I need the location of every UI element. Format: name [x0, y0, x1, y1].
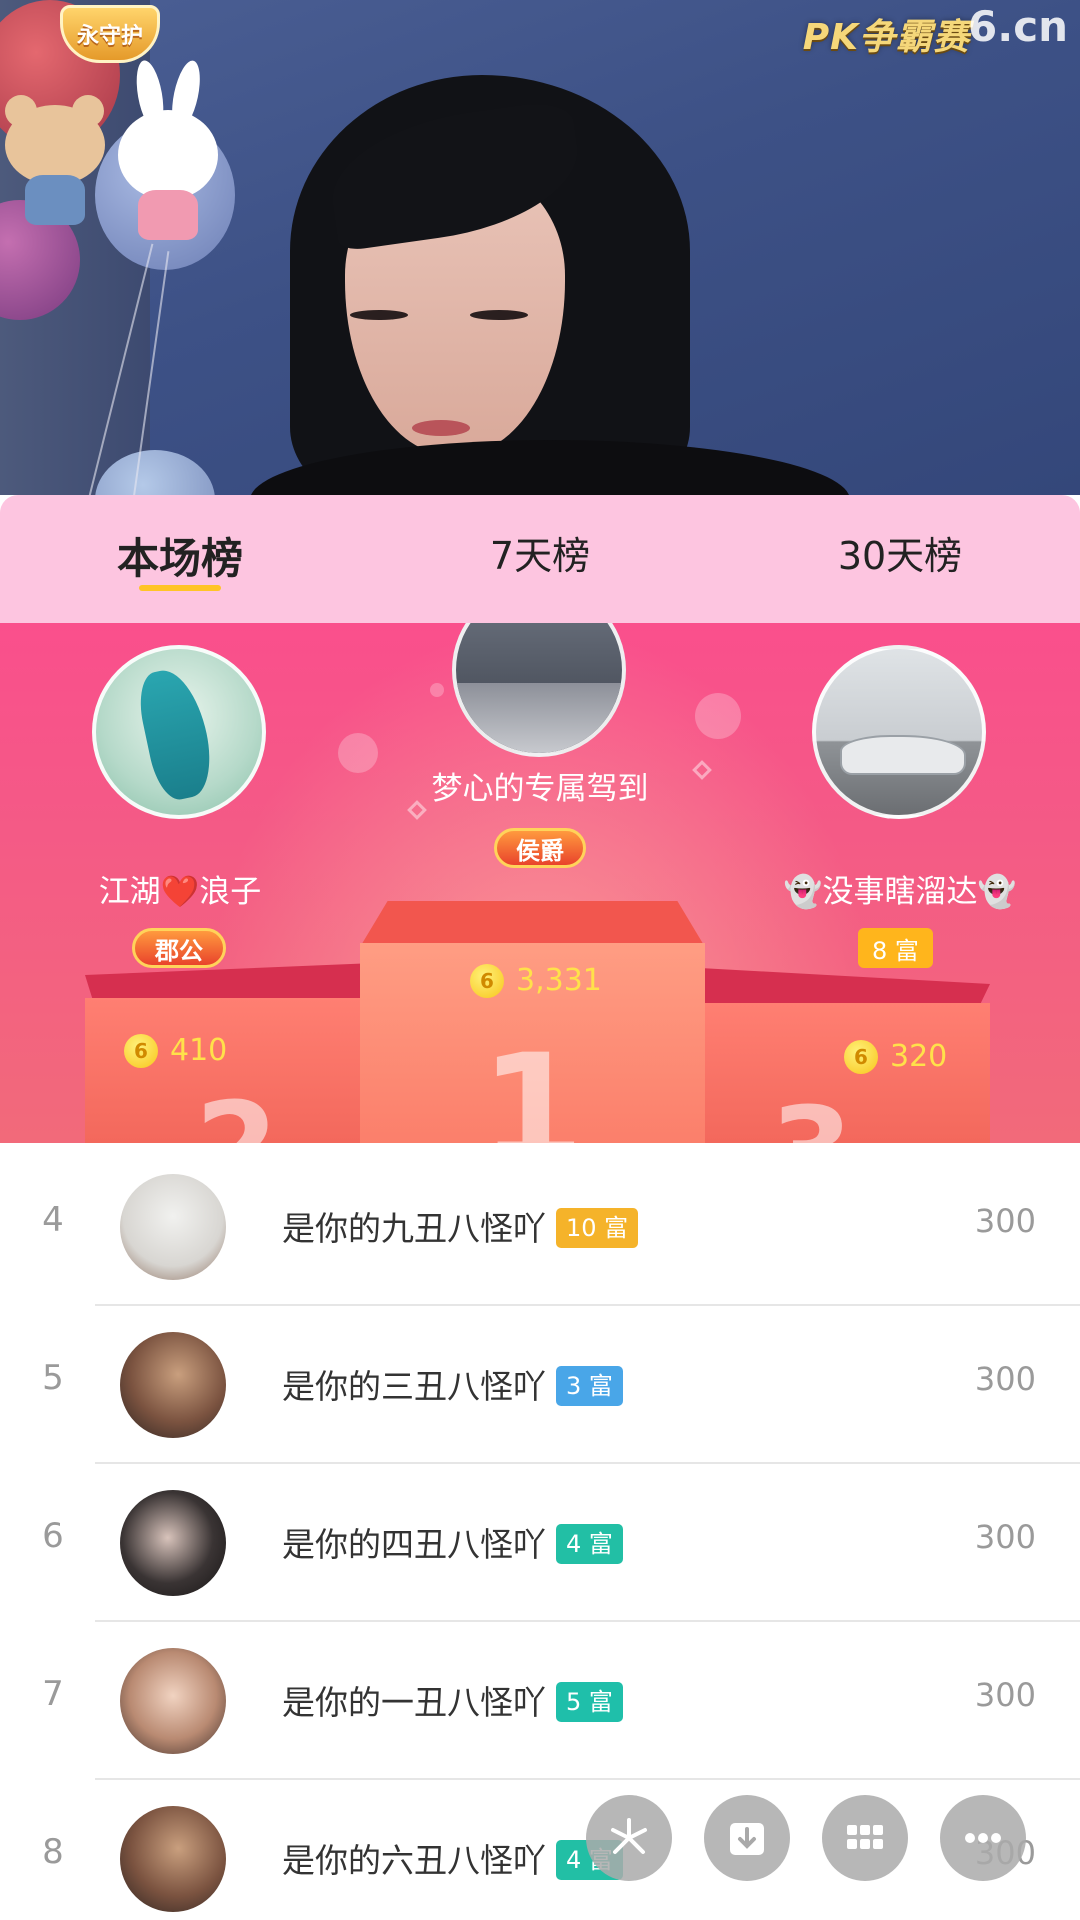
tab-label: 7天榜 — [489, 534, 591, 578]
live-video[interactable]: 永守护 PK争霸赛 6.cn — [0, 0, 1080, 495]
podium-rank-3: 3 — [770, 1083, 854, 1143]
grid-button[interactable] — [822, 1795, 908, 1881]
third-place-coins: 6 320 — [844, 1039, 947, 1074]
active-tab-indicator — [139, 585, 221, 591]
decor-bubble — [695, 693, 741, 739]
tab-label: 本场榜 — [116, 534, 243, 583]
first-place-name[interactable]: 梦心的专属驾到 — [390, 763, 690, 808]
third-place-wealth-badge: 8 富 — [858, 928, 933, 968]
tab-label: 30天榜 — [837, 534, 963, 578]
first-place-coin-value: 3,331 — [516, 963, 602, 998]
podium-rank-2: 2 — [195, 1078, 279, 1143]
list-item[interactable]: 5 是你的三丑八怪吖 3 富 300 — [0, 1306, 1080, 1464]
avatar[interactable] — [120, 1174, 226, 1280]
pinwheel-icon — [611, 1818, 647, 1854]
user-name-text: 是你的六丑八怪吖 — [282, 1841, 546, 1880]
podium-second-top — [85, 963, 375, 1003]
second-place-name[interactable]: 江湖❤️浪子 — [40, 866, 320, 911]
wealth-badge: 10 富 — [556, 1207, 639, 1248]
rank-number: 4 — [42, 1200, 64, 1240]
second-place-coins: 6 410 — [124, 1033, 227, 1068]
site-logo: 6.cn — [968, 2, 1068, 51]
avatar[interactable] — [120, 1806, 226, 1912]
user-name: 是你的一丑八怪吖 5 富 — [282, 1676, 623, 1725]
wealth-badge: 3 富 — [556, 1365, 623, 1406]
score: 300 — [974, 1360, 1036, 1398]
podium-first-top — [360, 901, 705, 947]
ranking-tabs: 本场榜 7天榜 30天榜 — [0, 495, 1080, 623]
avatar[interactable] — [120, 1648, 226, 1754]
tab-30-days[interactable]: 30天榜 — [820, 525, 980, 595]
pinwheel-button[interactable] — [586, 1795, 672, 1881]
wealth-badge: 5 富 — [556, 1681, 623, 1722]
avatar[interactable] — [120, 1332, 226, 1438]
streamer-eye — [350, 310, 408, 320]
user-name: 是你的四丑八怪吖 4 富 — [282, 1518, 623, 1567]
grid-icon — [847, 1825, 883, 1849]
more-icon — [965, 1833, 1001, 1843]
tab-7-days[interactable]: 7天榜 — [460, 525, 620, 595]
third-place-name[interactable]: 👻没事瞎溜达👻 — [760, 866, 1040, 911]
second-place-coin-value: 410 — [170, 1033, 228, 1068]
list-item[interactable]: 6 是你的四丑八怪吖 4 富 300 — [0, 1464, 1080, 1622]
top-three-podium: 2 3 1 梦心的专属驾到 侯爵 6 3,331 江湖❤️浪子 郡公 6 410… — [0, 623, 1080, 1143]
user-name-text: 是你的九丑八怪吖 — [282, 1209, 546, 1248]
download-button[interactable] — [704, 1795, 790, 1881]
decor-bubble — [338, 733, 378, 773]
avatar[interactable] — [120, 1490, 226, 1596]
first-place-coins: 6 3,331 — [470, 963, 602, 998]
user-name: 是你的三丑八怪吖 3 富 — [282, 1360, 623, 1409]
user-name-text: 是你的四丑八怪吖 — [282, 1525, 546, 1564]
user-name: 是你的六丑八怪吖 4 富 — [282, 1834, 623, 1883]
list-item[interactable]: 7 是你的一丑八怪吖 5 富 300 — [0, 1622, 1080, 1780]
podium-second-front: 2 — [85, 998, 375, 1143]
list-item[interactable]: 4 是你的九丑八怪吖 10 富 300 — [0, 1148, 1080, 1306]
coin-icon: 6 — [124, 1033, 158, 1068]
streamer-lips — [412, 420, 470, 436]
wealth-badge: 4 富 — [556, 1523, 623, 1564]
first-place-avatar[interactable] — [452, 623, 626, 757]
ranking-list: 4 是你的九丑八怪吖 10 富 300 5 是你的三丑八怪吖 3 富 300 6 是… — [0, 1148, 1080, 1920]
rank-number: 5 — [42, 1358, 64, 1398]
rank-number: 7 — [42, 1674, 64, 1714]
user-name-text: 是你的三丑八怪吖 — [282, 1367, 546, 1406]
first-place-title-badge: 侯爵 — [494, 828, 586, 868]
tab-this-session[interactable]: 本场榜 — [100, 525, 260, 595]
user-name: 是你的九丑八怪吖 10 富 — [282, 1202, 639, 1251]
podium-rank-1: 1 — [480, 1023, 585, 1143]
decor-bubble — [430, 683, 444, 697]
score: 300 — [974, 1202, 1036, 1240]
pk-logo: PK争霸赛 — [802, 17, 970, 58]
second-place-title-badge: 郡公 — [132, 928, 226, 968]
list-item[interactable]: 8 是你的六丑八怪吖4 富 300 — [0, 1780, 1080, 1920]
second-place-avatar[interactable] — [92, 645, 266, 819]
rank-number: 6 — [42, 1516, 64, 1556]
user-name-text: 是你的一丑八怪吖 — [282, 1683, 546, 1722]
third-place-coin-value: 320 — [890, 1039, 948, 1074]
coin-icon: 6 — [470, 963, 504, 998]
score: 300 — [974, 1676, 1036, 1714]
streamer — [290, 75, 690, 495]
more-button[interactable] — [940, 1795, 1026, 1881]
download-icon — [730, 1823, 764, 1855]
streamer-eye — [470, 310, 528, 320]
bunny-sticker — [108, 58, 228, 240]
bear-sticker — [0, 95, 110, 225]
rank-number: 8 — [42, 1832, 64, 1872]
third-place-avatar[interactable] — [812, 645, 986, 819]
coin-icon: 6 — [844, 1039, 878, 1074]
score: 300 — [974, 1518, 1036, 1556]
